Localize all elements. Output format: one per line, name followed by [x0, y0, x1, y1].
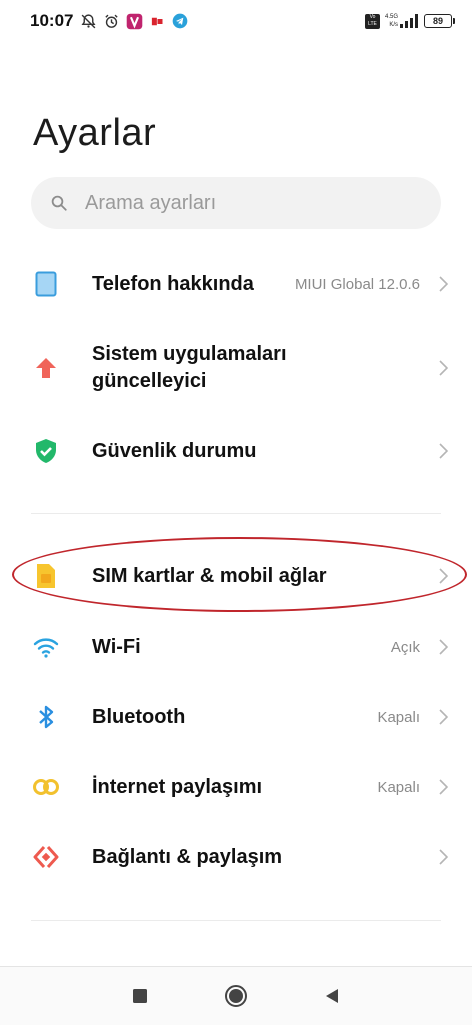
settings-item-label: Bluetooth	[92, 705, 186, 728]
chevron-right-icon	[436, 847, 450, 867]
chevron-right-icon	[436, 441, 450, 461]
network-speed-value: 4.5G	[384, 14, 398, 20]
settings-item-label: Telefon hakkında	[92, 272, 254, 295]
signal-icon	[400, 12, 418, 30]
settings-item-sim-cards[interactable]: SIM kartlar & mobil ağlar	[0, 548, 472, 604]
recent-apps-button[interactable]	[128, 984, 152, 1008]
settings-item-label: Güvenlik durumu	[92, 439, 257, 462]
settings-item-label: İnternet paylaşımı	[92, 775, 263, 798]
connection-sharing-icon	[32, 843, 60, 871]
settings-item-label: Sistem uygulamaları güncelleyici	[92, 343, 287, 392]
chevron-right-icon	[436, 358, 450, 378]
network-speed: 4.5G K/s	[385, 13, 398, 29]
app-v-icon	[125, 12, 143, 30]
settings-item-wifi[interactable]: Wi-Fi Açık	[0, 620, 472, 674]
settings-item-bluetooth[interactable]: Bluetooth Kapalı	[0, 690, 472, 744]
chevron-right-icon	[436, 274, 450, 294]
home-button[interactable]	[224, 984, 248, 1008]
settings-item-value: Kapalı	[377, 778, 420, 796]
hotspot-icon	[32, 773, 60, 801]
search-icon	[49, 193, 69, 213]
search-input[interactable]: Arama ayarları	[85, 192, 216, 215]
chevron-right-icon	[436, 637, 450, 657]
section-divider	[31, 513, 441, 514]
sim-card-icon	[32, 562, 60, 590]
volte-icon: Vo LTE	[364, 13, 380, 29]
section-divider	[31, 920, 441, 921]
network-speed-unit: K/s	[389, 22, 398, 28]
settings-item-about-phone[interactable]: Telefon hakkında MIUI Global 12.0.6	[0, 258, 472, 310]
search-bar[interactable]: Arama ayarları	[31, 177, 441, 229]
alarm-icon	[102, 12, 120, 30]
settings-item-value: Açık	[390, 638, 420, 656]
settings-item-label: SIM kartlar & mobil ağlar	[92, 564, 327, 587]
notifications-muted-icon	[79, 12, 97, 30]
settings-item-value: Kapalı	[377, 708, 420, 726]
navigation-bar	[0, 966, 472, 1025]
update-arrow-icon	[32, 354, 60, 382]
bluetooth-icon	[32, 703, 60, 731]
settings-item-hotspot[interactable]: İnternet paylaşımı Kapalı	[0, 760, 472, 814]
settings-item-value: MIUI Global 12.0.6	[294, 275, 420, 293]
back-button[interactable]	[320, 984, 344, 1008]
status-time: 10:07	[30, 11, 74, 30]
settings-item-security-status[interactable]: Güvenlik durumu	[0, 424, 472, 478]
status-indicators: Vo LTE 4.5G K/s 89	[364, 12, 455, 30]
wifi-icon	[32, 633, 60, 661]
chevron-right-icon	[436, 566, 450, 586]
settings-item-label: Bağlantı & paylaşım	[92, 845, 283, 868]
shield-check-icon	[32, 437, 60, 465]
chevron-right-icon	[436, 707, 450, 727]
battery-level: 89	[432, 16, 443, 26]
phone-icon	[32, 270, 60, 298]
battery-icon: 89	[424, 14, 455, 28]
settings-item-system-app-updater[interactable]: Sistem uygulamaları güncelleyici	[0, 340, 472, 396]
flag-app-icon	[148, 12, 166, 30]
settings-item-label: Wi-Fi	[92, 635, 141, 658]
page-title: Ayarlar	[33, 112, 157, 154]
status-bar: 10:07 Vo LTE 4.5G K/s 89	[0, 0, 472, 42]
settings-item-connection-sharing[interactable]: Bağlantı & paylaşım	[0, 830, 472, 884]
chevron-right-icon	[436, 777, 450, 797]
telegram-icon	[171, 12, 189, 30]
